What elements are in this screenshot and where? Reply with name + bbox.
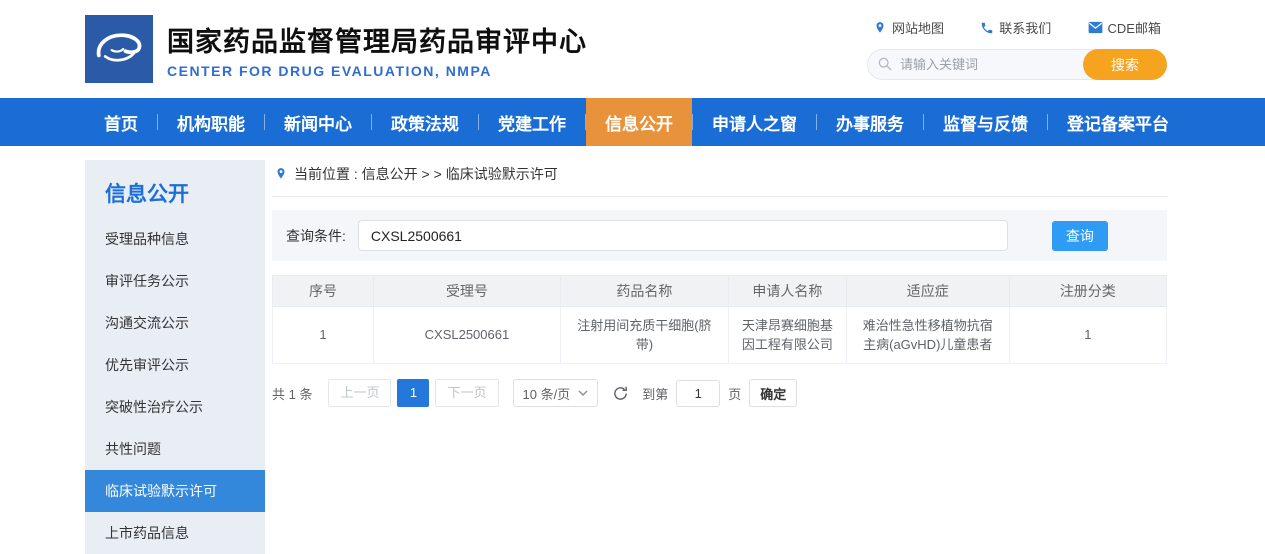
page-size-select[interactable]: 10 条/页 — [513, 379, 599, 407]
quick-link-mail[interactable]: CDE邮箱 — [1088, 18, 1161, 37]
location-pin-icon — [274, 167, 288, 181]
nav-item-policies[interactable]: 政策法规 — [372, 98, 478, 146]
results-table: 序号 受理号 药品名称 申请人名称 适应症 注册分类 1 CXSL2500661… — [272, 275, 1167, 364]
sidebar-title: 信息公开 — [85, 176, 265, 218]
nav-item-party-building[interactable]: 党建工作 — [479, 98, 585, 146]
goto-prefix-label: 到第 — [642, 384, 668, 403]
refresh-icon — [612, 385, 629, 402]
quick-link-label: 联系我们 — [999, 18, 1051, 37]
sidebar-item-communication[interactable]: 沟通交流公示 — [85, 302, 265, 344]
sidebar-item-breakthrough-therapy[interactable]: 突破性治疗公示 — [85, 386, 265, 428]
query-input[interactable] — [358, 220, 1008, 251]
query-label: 查询条件: — [286, 226, 346, 246]
query-panel: 查询条件: 查询 — [272, 210, 1167, 261]
pagination: 共 1 条 上一页 1 下一页 10 条/页 到第 页 确定 — [272, 379, 1167, 407]
cell-registration-class: 1 — [1009, 307, 1166, 364]
refresh-button[interactable] — [612, 385, 629, 402]
search-icon — [877, 56, 893, 72]
nav-item-news[interactable]: 新闻中心 — [265, 98, 371, 146]
sidebar-item-priority-review[interactable]: 优先审评公示 — [85, 344, 265, 386]
nav-item-home[interactable]: 首页 — [85, 98, 157, 146]
site-title: 国家药品监督管理局药品审评中心 — [167, 20, 587, 59]
quick-link-label: CDE邮箱 — [1108, 18, 1161, 37]
cell-indication: 难治性急性移植物抗宿主病(aGvHD)儿童患者 — [846, 307, 1009, 364]
cell-index: 1 — [273, 307, 374, 364]
cell-acceptance-no: CXSL2500661 — [374, 307, 561, 364]
sidebar-item-common-issues[interactable]: 共性问题 — [85, 428, 265, 470]
breadcrumb-text: 当前位置 : 信息公开 > > 临床试验默示许可 — [294, 164, 558, 184]
main-nav: 首页 机构职能 新闻中心 政策法规 党建工作 信息公开 申请人之窗 办事服务 监… — [0, 98, 1265, 146]
sidebar-item-accepted-varieties[interactable]: 受理品种信息 — [85, 218, 265, 260]
header-right: 网站地图 联系我们 CDE邮箱 搜索 — [867, 18, 1167, 80]
site-search: 搜索 — [867, 49, 1167, 80]
sidebar-item-clinical-trial-license[interactable]: 临床试验默示许可 — [85, 470, 265, 512]
chevron-down-icon — [578, 390, 588, 396]
nav-item-info-disclosure[interactable]: 信息公开 — [586, 98, 692, 146]
sidebar-item-marketed-drugs[interactable]: 上市药品信息 — [85, 512, 265, 554]
query-button[interactable]: 查询 — [1052, 221, 1108, 251]
sidebar-item-review-tasks[interactable]: 审评任务公示 — [85, 260, 265, 302]
sidebar: 信息公开 受理品种信息 审评任务公示 沟通交流公示 优先审评公示 突破性治疗公示… — [85, 160, 265, 554]
phone-icon — [980, 21, 994, 35]
cell-drug-name: 注射用间充质干细胞(脐带) — [560, 307, 728, 364]
quick-link-contact[interactable]: 联系我们 — [980, 18, 1051, 37]
quick-link-sitemap[interactable]: 网站地图 — [873, 18, 944, 37]
goto-page-input[interactable] — [676, 380, 720, 407]
cell-applicant: 天津昂赛细胞基因工程有限公司 — [728, 307, 846, 364]
page-size-value: 10 条/页 — [523, 384, 571, 403]
table-header-row: 序号 受理号 药品名称 申请人名称 适应症 注册分类 — [273, 276, 1167, 307]
column-header-acceptance-no: 受理号 — [374, 276, 561, 307]
column-header-index: 序号 — [273, 276, 374, 307]
quick-links: 网站地图 联系我们 CDE邮箱 — [867, 18, 1167, 37]
brand-text: 国家药品监督管理局药品审评中心 CENTER FOR DRUG EVALUATI… — [167, 20, 587, 79]
column-header-indication: 适应症 — [846, 276, 1009, 307]
nav-item-applicant-window[interactable]: 申请人之窗 — [693, 98, 816, 146]
prev-page-button[interactable]: 上一页 — [328, 379, 391, 407]
nav-item-registration-platform[interactable]: 登记备案平台 — [1048, 98, 1188, 146]
goto-suffix-label: 页 — [728, 384, 741, 403]
confirm-button[interactable]: 确定 — [749, 379, 797, 407]
cde-logo-icon — [85, 15, 153, 83]
breadcrumb: 当前位置 : 信息公开 > > 临床试验默示许可 — [272, 160, 1167, 197]
site-brand[interactable]: 国家药品监督管理局药品审评中心 CENTER FOR DRUG EVALUATI… — [85, 15, 587, 83]
column-header-applicant: 申请人名称 — [728, 276, 846, 307]
nav-item-functions[interactable]: 机构职能 — [158, 98, 264, 146]
map-pin-icon — [873, 21, 887, 35]
nav-item-supervision-feedback[interactable]: 监督与反馈 — [924, 98, 1047, 146]
site-search-button[interactable]: 搜索 — [1083, 49, 1167, 80]
site-subtitle: CENTER FOR DRUG EVALUATION, NMPA — [167, 63, 587, 79]
site-header: 国家药品监督管理局药品审评中心 CENTER FOR DRUG EVALUATI… — [0, 0, 1265, 98]
table-row: 1 CXSL2500661 注射用间充质干细胞(脐带) 天津昂赛细胞基因工程有限… — [273, 307, 1167, 364]
column-header-registration-class: 注册分类 — [1009, 276, 1166, 307]
main-panel: 当前位置 : 信息公开 > > 临床试验默示许可 查询条件: 查询 序号 受理号… — [272, 160, 1167, 554]
mail-icon — [1088, 21, 1103, 34]
next-page-button[interactable]: 下一页 — [435, 379, 498, 407]
nav-item-services[interactable]: 办事服务 — [817, 98, 923, 146]
pagination-total: 共 1 条 — [272, 384, 312, 403]
quick-link-label: 网站地图 — [892, 18, 944, 37]
page-number-1[interactable]: 1 — [397, 379, 429, 407]
page-content: 信息公开 受理品种信息 审评任务公示 沟通交流公示 优先审评公示 突破性治疗公示… — [0, 146, 1265, 554]
column-header-drug-name: 药品名称 — [560, 276, 728, 307]
